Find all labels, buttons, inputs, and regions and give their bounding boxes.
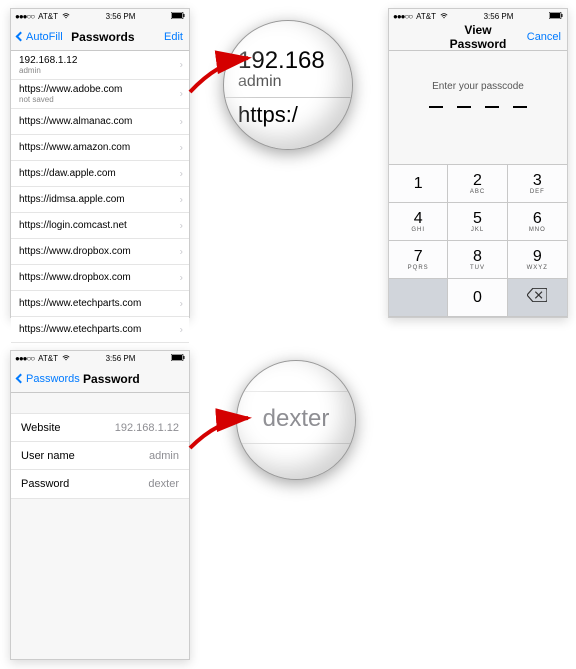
chevron-right-icon: › — [180, 220, 183, 231]
lens2-password: dexter — [263, 405, 330, 432]
status-bar: ●●●○○ AT&T 3:56 PM — [389, 9, 567, 23]
wifi-icon — [62, 354, 70, 362]
password-row[interactable]: https://www.etechparts.com› — [11, 291, 189, 317]
keypad-blank — [389, 279, 448, 317]
chevron-right-icon: › — [180, 194, 183, 205]
back-button[interactable]: Passwords — [17, 373, 80, 385]
screen-passwords-list: ●●●○○ AT&T 3:56 PM AutoFill Passwords Ed… — [10, 8, 190, 318]
keypad-key-4[interactable]: 4GHI — [389, 203, 448, 241]
password-row[interactable]: 192.168.1.12admin› — [11, 51, 189, 80]
chevron-right-icon: › — [180, 246, 183, 257]
chevron-right-icon: › — [180, 116, 183, 127]
lens1-user: admin — [238, 73, 342, 91]
keypad-delete[interactable] — [508, 279, 567, 317]
clock-label: 3:56 PM — [484, 12, 514, 21]
passcode-prompt: Enter your passcode — [389, 81, 567, 92]
carrier-label: AT&T — [38, 12, 58, 21]
clock-label: 3:56 PM — [106, 12, 136, 21]
chevron-right-icon: › — [180, 298, 183, 309]
nav-title: View Password — [435, 23, 521, 51]
chevron-left-icon — [16, 32, 26, 42]
password-row[interactable]: https://www.adobe.comnot saved› — [11, 80, 189, 109]
keypad-key-8[interactable]: 8TUV — [448, 241, 507, 279]
numeric-keypad: 1 2ABC 3DEF 4GHI 5JKL 6MNO 7PQRS 8TUV 9W… — [389, 164, 567, 317]
keypad-key-9[interactable]: 9WXYZ — [508, 241, 567, 279]
keypad-key-6[interactable]: 6MNO — [508, 203, 567, 241]
backspace-icon — [527, 288, 547, 307]
field-username[interactable]: User nameadmin — [11, 442, 189, 470]
password-row[interactable]: https://idmsa.apple.com› — [11, 187, 189, 213]
field-password[interactable]: Passworddexter — [11, 470, 189, 498]
nav-bar: AutoFill Passwords Edit — [11, 23, 189, 51]
lens1-site: 192.168 — [238, 47, 342, 75]
password-row[interactable]: https://www.almanac.com› — [11, 109, 189, 135]
chevron-right-icon: › — [180, 89, 183, 100]
nav-bar: Passwords Password — [11, 365, 189, 393]
field-website[interactable]: Website192.168.1.12 — [11, 414, 189, 442]
battery-icon — [171, 354, 185, 363]
screen-password-detail: ●●●○○ AT&T 3:56 PM Passwords Password We… — [10, 350, 190, 660]
password-row[interactable]: https://daw.apple.com› — [11, 161, 189, 187]
status-bar: ●●●○○ AT&T 3:56 PM — [11, 9, 189, 23]
cancel-button[interactable]: Cancel — [521, 31, 561, 43]
battery-icon — [549, 12, 563, 21]
keypad-key-7[interactable]: 7PQRS — [389, 241, 448, 279]
keypad-key-0[interactable]: 0 — [448, 279, 507, 317]
nav-bar: View Password Cancel — [389, 23, 567, 51]
nav-title: Password — [80, 372, 143, 386]
chevron-right-icon: › — [180, 142, 183, 153]
chevron-right-icon: › — [180, 60, 183, 71]
carrier-label: AT&T — [416, 12, 436, 21]
signal-dots-icon: ●●●○○ — [15, 354, 34, 363]
clock-label: 3:56 PM — [106, 354, 136, 363]
magnifier-callout-list: 192.168 admin https:/ — [223, 20, 353, 150]
keypad-key-3[interactable]: 3DEF — [508, 165, 567, 203]
screen-passcode: ●●●○○ AT&T 3:56 PM View Password Cancel … — [388, 8, 568, 318]
passcode-dashes — [389, 106, 567, 108]
password-row[interactable]: https://www.dropbox.com› — [11, 239, 189, 265]
chevron-right-icon: › — [180, 168, 183, 179]
password-row[interactable]: https://www.amazon.com› — [11, 135, 189, 161]
signal-dots-icon: ●●●○○ — [393, 12, 412, 21]
magnifier-callout-password: dexter — [236, 360, 356, 480]
keypad-key-5[interactable]: 5JKL — [448, 203, 507, 241]
passwords-table: 192.168.1.12admin› https://www.adobe.com… — [11, 51, 189, 343]
chevron-right-icon: › — [180, 272, 183, 283]
edit-button[interactable]: Edit — [143, 31, 183, 43]
back-label: AutoFill — [26, 31, 63, 43]
wifi-icon — [440, 12, 448, 20]
keypad-key-2[interactable]: 2ABC — [448, 165, 507, 203]
lens1-next: https:/ — [238, 102, 342, 128]
nav-title: Passwords — [63, 30, 143, 44]
back-label: Passwords — [26, 373, 80, 385]
detail-group: Website192.168.1.12 User nameadmin Passw… — [11, 413, 189, 499]
password-row[interactable]: https://www.etechparts.com› — [11, 317, 189, 343]
battery-icon — [171, 12, 185, 21]
password-row[interactable]: https://www.dropbox.com› — [11, 265, 189, 291]
wifi-icon — [62, 12, 70, 20]
carrier-label: AT&T — [38, 354, 58, 363]
keypad-key-1[interactable]: 1 — [389, 165, 448, 203]
signal-dots-icon: ●●●○○ — [15, 12, 34, 21]
chevron-right-icon: › — [180, 324, 183, 335]
password-row[interactable]: https://login.comcast.net› — [11, 213, 189, 239]
back-button[interactable]: AutoFill — [17, 31, 63, 43]
chevron-left-icon — [16, 374, 26, 384]
status-bar: ●●●○○ AT&T 3:56 PM — [11, 351, 189, 365]
